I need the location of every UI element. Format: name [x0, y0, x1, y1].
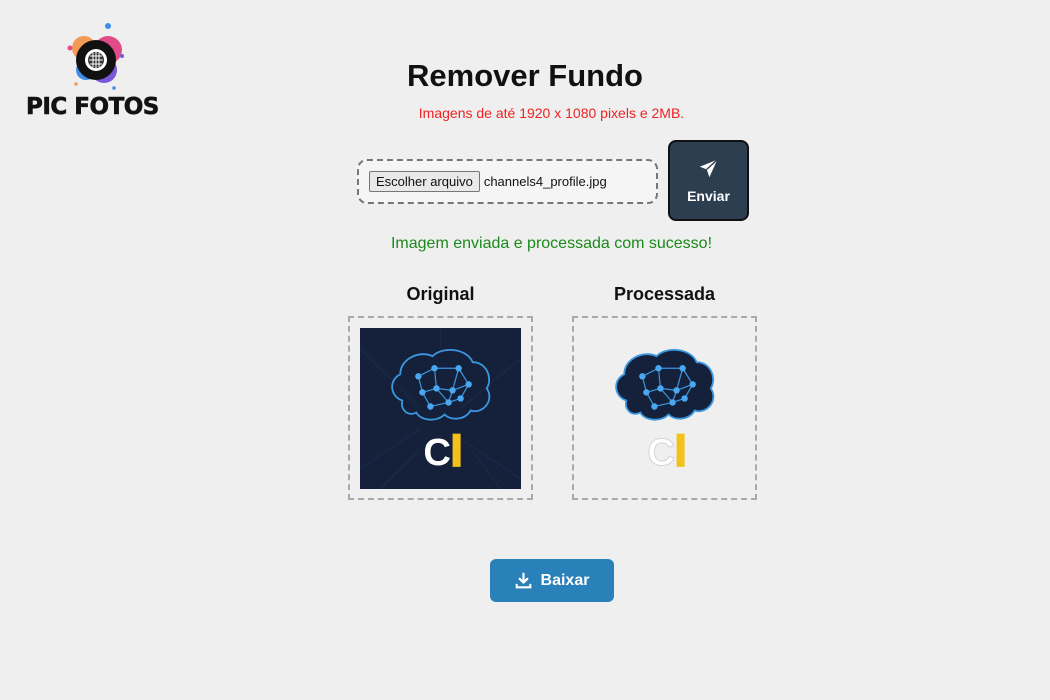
processed-image-frame: CI [572, 316, 757, 500]
processed-image: CI [615, 348, 715, 474]
selected-file-name: channels4_profile.jpg [483, 174, 607, 189]
download-button-label: Baixar [540, 571, 590, 589]
download-icon [515, 572, 531, 589]
original-image-frame: CI [348, 316, 533, 500]
processed-image-panel: Processada CI [572, 284, 757, 500]
download-button[interactable]: Baixar [490, 559, 614, 602]
choose-file-button[interactable]: Escolher arquivo [369, 171, 480, 192]
upload-limits-note: Imagens de até 1920 x 1080 pixels e 2MB. [418, 105, 685, 121]
original-image-panel: Original CI [348, 284, 533, 500]
status-message: Imagem enviada e processada com sucesso! [390, 235, 713, 252]
original-image-heading: Original [406, 284, 475, 304]
page-title: Remover Fundo [407, 58, 643, 93]
paper-plane-icon [699, 158, 718, 177]
processed-image-heading: Processada [613, 284, 716, 304]
send-button-label: Enviar [687, 187, 730, 204]
file-upload-field[interactable]: Escolher arquivo channels4_profile.jpg [357, 159, 658, 204]
original-image: CI [360, 327, 521, 489]
send-button[interactable]: Enviar [668, 140, 749, 221]
